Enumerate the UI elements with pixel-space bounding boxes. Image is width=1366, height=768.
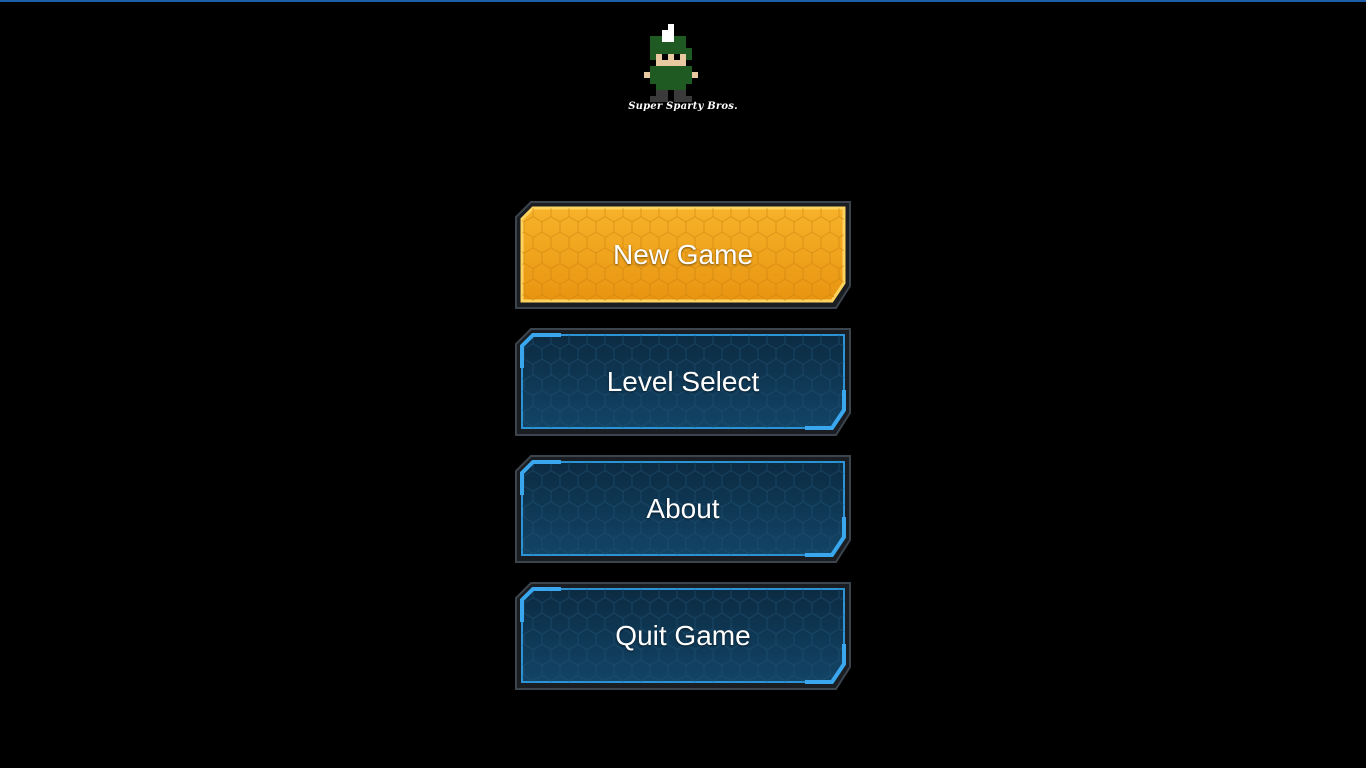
game-title: Super Sparty Bros. xyxy=(628,101,738,112)
top-border-line xyxy=(0,0,1366,2)
quit-game-button[interactable]: Quit Game xyxy=(515,582,851,690)
level-select-button-frame xyxy=(515,328,851,436)
new-game-button[interactable]: New Game xyxy=(515,201,851,309)
quit-game-button-frame xyxy=(515,582,851,690)
new-game-button-frame xyxy=(515,201,851,309)
about-button[interactable]: About xyxy=(515,455,851,563)
main-menu-screen: Super Sparty Bros. New Game Level Select… xyxy=(0,0,1366,768)
game-logo: Super Sparty Bros. xyxy=(618,20,748,120)
level-select-button[interactable]: Level Select xyxy=(515,328,851,436)
sparty-character-icon xyxy=(644,24,698,102)
about-button-frame xyxy=(515,455,851,563)
